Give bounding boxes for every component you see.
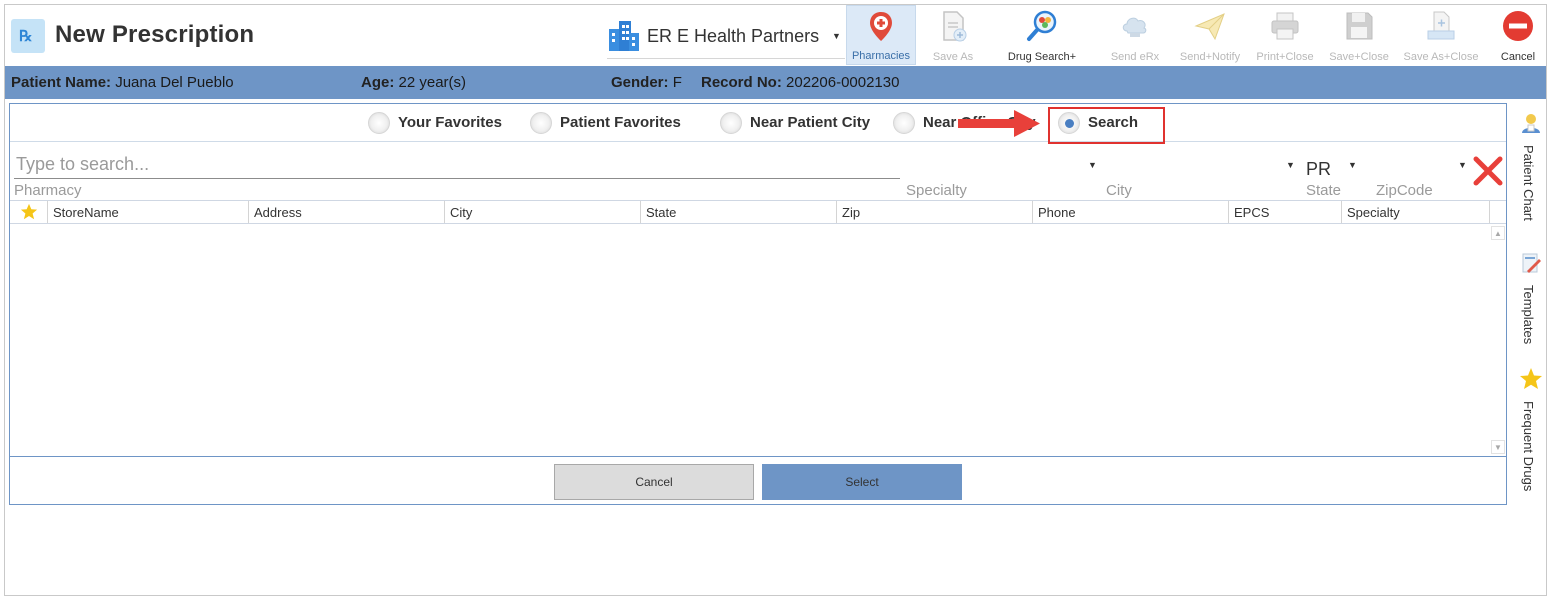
star-icon xyxy=(20,203,37,220)
side-tab-frequent-drugs[interactable]: Frequent Drugs xyxy=(1515,367,1546,507)
patient-name: Patient Name: Juana Del Pueblo xyxy=(11,74,234,91)
save-as-close-button[interactable]: Save As+Close xyxy=(1398,5,1484,65)
favorite-star-column[interactable] xyxy=(10,201,48,223)
column-city[interactable]: City xyxy=(445,201,641,223)
star-icon xyxy=(1520,368,1542,389)
side-tab-templates[interactable]: Templates xyxy=(1515,251,1546,361)
panel-footer: Cancel Select xyxy=(10,456,1506,504)
send-erx-cloud-icon xyxy=(1122,17,1147,37)
side-templates-label: Templates xyxy=(1521,285,1536,345)
column-state[interactable]: State xyxy=(641,201,837,223)
save-as-close-icon xyxy=(1427,11,1455,40)
annotation-arrow-icon xyxy=(958,110,1040,137)
drug-search-icon xyxy=(1027,10,1057,41)
scroll-up-arrow-icon[interactable]: ▲ xyxy=(1491,226,1505,240)
pharmacy-search-panel: Your Favorites Patient Favorites Near Pa… xyxy=(9,103,1507,505)
patient-gender: Gender: F xyxy=(611,74,682,91)
paper-plane-icon xyxy=(1194,13,1225,41)
column-epcs[interactable]: EPCS xyxy=(1229,201,1342,223)
send-erx-button[interactable]: Send eRx xyxy=(1102,5,1168,65)
specialty-dropdown-chevron-icon[interactable]: ▼ xyxy=(1088,160,1097,170)
city-label: City xyxy=(1106,182,1132,199)
side-frequent-drugs-label: Frequent Drugs xyxy=(1521,401,1536,492)
specialty-label: Specialty xyxy=(906,182,967,199)
patient-info-bar: Patient Name: Juana Del Pueblo Age: 22 y… xyxy=(5,66,1546,99)
column-storename[interactable]: StoreName xyxy=(48,201,249,223)
state-select-value[interactable]: PR xyxy=(1306,159,1331,180)
print-close-label: Print+Close xyxy=(1256,51,1314,63)
cancel-button[interactable]: Cancel xyxy=(554,464,754,500)
organization-dropdown[interactable]: ER E Health Partners ▼ xyxy=(607,19,845,59)
right-side-panel: Patient Chart Templates Frequent Drugs xyxy=(1515,105,1546,525)
column-phone[interactable]: Phone xyxy=(1033,201,1229,223)
header: ℞ New Prescription ER E Health Partners … xyxy=(5,5,1546,65)
cancel-stop-icon xyxy=(1503,11,1533,41)
patient-age: Age: 22 year(s) xyxy=(361,74,467,91)
search-filters: Pharmacy ▼ Specialty ▼ City PR ▼ State ▼… xyxy=(10,143,1506,199)
zipcode-label: ZipCode xyxy=(1376,182,1433,199)
column-specialty[interactable]: Specialty xyxy=(1342,201,1490,223)
send-notify-label: Send+Notify xyxy=(1179,51,1241,63)
save-as-button[interactable]: Save As xyxy=(918,5,988,65)
svg-text:℞: ℞ xyxy=(19,28,32,45)
prescription-app-icon: ℞ xyxy=(11,19,45,53)
send-notify-button[interactable]: Send+Notify xyxy=(1172,5,1248,65)
save-as-document-icon xyxy=(943,11,967,42)
pharmacy-grid-body: ▲ ▼ xyxy=(10,224,1506,456)
pharmacies-button[interactable]: Pharmacies xyxy=(846,5,916,65)
state-label: State xyxy=(1306,182,1342,199)
pharmacy-search-input[interactable] xyxy=(14,151,900,179)
printer-icon xyxy=(1271,12,1299,40)
pharmacies-label: Pharmacies xyxy=(851,50,911,62)
patient-record-number: Record No: 202206-0002130 xyxy=(701,74,900,91)
pharmacy-pin-icon xyxy=(870,12,892,41)
column-zip[interactable]: Zip xyxy=(837,201,1033,223)
grid-vertical-scrollbar[interactable]: ▲ ▼ xyxy=(1491,226,1505,454)
send-erx-label: Send eRx xyxy=(1110,51,1160,63)
pharmacy-label: Pharmacy xyxy=(14,182,82,199)
print-close-button[interactable]: Print+Close xyxy=(1250,5,1320,65)
select-button[interactable]: Select xyxy=(762,464,962,500)
side-patient-chart-label: Patient Chart xyxy=(1521,145,1536,221)
building-icon xyxy=(609,21,639,51)
state-dropdown-chevron-icon[interactable]: ▼ xyxy=(1348,160,1357,170)
search-mode-radio-group: Your Favorites Patient Favorites Near Pa… xyxy=(10,104,1506,142)
search-option-highlight xyxy=(1048,107,1165,144)
city-dropdown-chevron-icon[interactable]: ▼ xyxy=(1286,160,1295,170)
clear-filters-close-icon[interactable] xyxy=(1472,155,1504,187)
patient-chart-icon xyxy=(1522,114,1540,133)
organization-name: ER E Health Partners xyxy=(647,26,820,46)
column-address[interactable]: Address xyxy=(249,201,445,223)
cancel-toolbar-label: Cancel xyxy=(1500,51,1536,63)
floppy-disk-icon xyxy=(1346,12,1373,40)
save-close-label: Save+Close xyxy=(1329,51,1389,63)
save-as-close-label: Save As+Close xyxy=(1403,51,1479,63)
pharmacy-grid-header: StoreName Address City State Zip Phone E… xyxy=(10,200,1506,224)
scroll-down-arrow-icon[interactable]: ▼ xyxy=(1491,440,1505,454)
cancel-toolbar-button[interactable]: Cancel xyxy=(1490,5,1546,65)
save-as-label: Save As xyxy=(932,51,974,63)
drug-search-label: Drug Search+ xyxy=(1007,51,1077,63)
templates-icon xyxy=(1522,253,1541,273)
chevron-down-icon: ▼ xyxy=(832,31,841,41)
save-close-button[interactable]: Save+Close xyxy=(1324,5,1394,65)
prescription-window: ℞ New Prescription ER E Health Partners … xyxy=(4,4,1547,596)
zipcode-dropdown-chevron-icon[interactable]: ▼ xyxy=(1458,160,1467,170)
side-tab-patient-chart[interactable]: Patient Chart xyxy=(1515,111,1546,241)
page-title: New Prescription xyxy=(55,21,255,48)
drug-search-button[interactable]: Drug Search+ xyxy=(996,5,1088,65)
